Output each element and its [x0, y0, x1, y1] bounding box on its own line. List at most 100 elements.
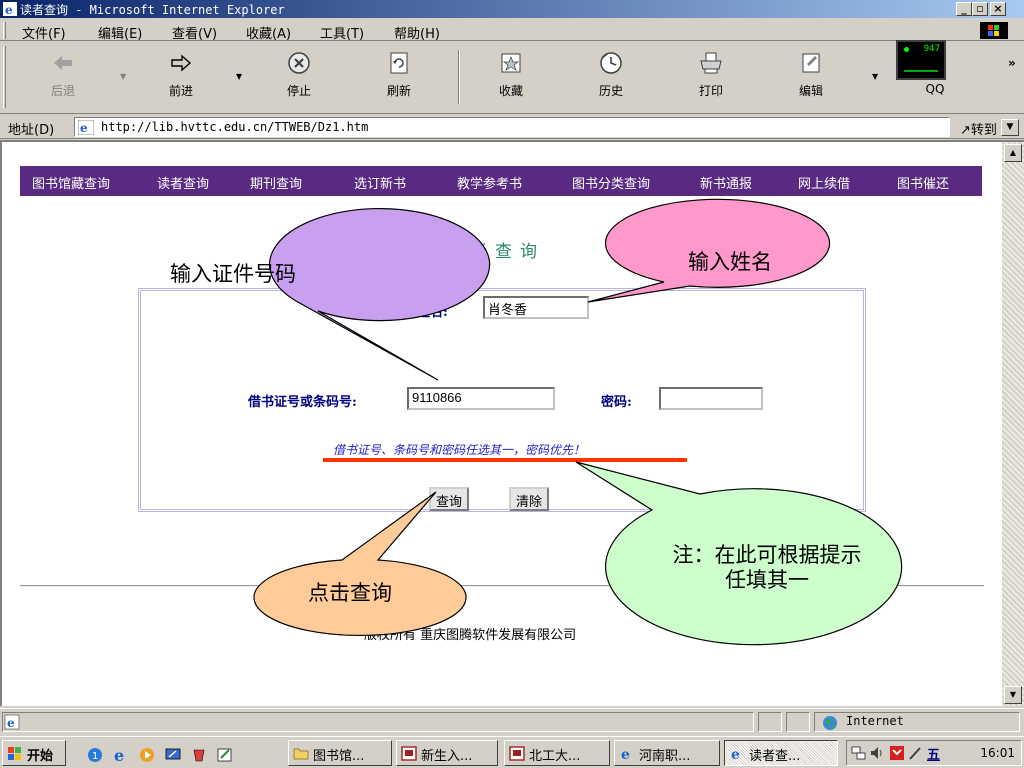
status-text-panel	[2, 712, 754, 732]
volume-icon[interactable]	[869, 745, 885, 761]
svg-text:e: e	[80, 121, 88, 135]
edit-icon	[802, 53, 820, 73]
task-bjut[interactable]: 北工大...	[504, 740, 610, 766]
nav-order-new-books[interactable]: 选订新书	[354, 173, 406, 192]
address-label: 地址(D)	[8, 123, 55, 138]
quicklaunch-1-icon[interactable]: 1	[86, 746, 104, 764]
print-label: 打印	[698, 84, 723, 98]
internet-globe-icon	[823, 716, 837, 730]
quicklaunch-edit-icon[interactable]	[216, 746, 234, 764]
nav-reader-query[interactable]: 读者查询	[157, 173, 209, 192]
scroll-down-button[interactable]: ▼	[1004, 686, 1022, 704]
menu-file[interactable]: 文件(F)	[22, 23, 66, 42]
qq-status-monitor[interactable]: 947	[896, 40, 946, 80]
menu-grip[interactable]	[3, 22, 6, 39]
pen-icon[interactable]	[907, 745, 923, 761]
address-url: http://lib.hvttc.edu.cn/TTWEB/Dz1.htm	[101, 120, 369, 134]
close-button[interactable]: ×	[990, 2, 1006, 16]
task-library[interactable]: 图书馆...	[288, 740, 392, 766]
clock[interactable]: 16:01	[980, 746, 1015, 760]
edit-button[interactable]: 编辑	[776, 50, 846, 106]
network-icon[interactable]	[851, 745, 867, 761]
quicklaunch-media-icon[interactable]	[138, 746, 156, 764]
qq-label: QQ	[925, 82, 945, 96]
nav-new-book-notice[interactable]: 新书通报	[700, 173, 752, 192]
go-button[interactable]: ↗转到	[960, 119, 997, 138]
document-window-icon	[509, 746, 525, 761]
toolbar-more-chevron[interactable]: »	[1008, 56, 1016, 70]
folder-icon	[293, 748, 309, 760]
zone-panel	[814, 712, 1020, 732]
windows-taskbar: 开始 1 e 图书馆... 新生入... 北工大... e 河南职... e 读…	[0, 736, 1024, 768]
maximize-button[interactable]: ▫	[972, 2, 988, 16]
ime-indicator[interactable]: 五	[927, 744, 940, 763]
print-button[interactable]: 打印	[676, 50, 746, 106]
menu-help[interactable]: 帮助(H)	[394, 23, 440, 42]
toolbar-grip[interactable]	[3, 46, 6, 108]
menu-favorites[interactable]: 收藏(A)	[246, 23, 291, 42]
task-henan[interactable]: e 河南职...	[614, 740, 720, 766]
refresh-button[interactable]: 刷新	[364, 50, 434, 106]
forward-button[interactable]: 前进	[146, 50, 216, 106]
quicklaunch-desktop-icon[interactable]	[164, 746, 182, 764]
stop-button[interactable]: 停止	[264, 50, 334, 106]
quicklaunch-app-icon[interactable]	[190, 746, 208, 764]
nav-overdue-reminder[interactable]: 图书催还	[897, 173, 949, 192]
nav-online-renew[interactable]: 网上续借	[798, 173, 850, 192]
history-button[interactable]: 历史	[576, 50, 646, 106]
document-window-icon	[401, 746, 417, 761]
task-freshman[interactable]: 新生入...	[396, 740, 498, 766]
svg-text:e: e	[114, 746, 124, 764]
ie-page-icon: e	[78, 120, 94, 135]
forward-dropdown-icon[interactable]: ▼	[236, 72, 242, 81]
address-input[interactable]: e http://lib.hvttc.edu.cn/TTWEB/Dz1.htm …	[74, 117, 1019, 137]
vertical-scrollbar[interactable]: ▲ ▼	[1002, 142, 1024, 706]
minimize-button[interactable]: _	[956, 2, 972, 16]
history-icon	[600, 52, 622, 74]
task-library-label: 图书馆...	[313, 749, 365, 764]
window-title: 读者查询 - Microsoft Internet Explorer	[20, 3, 285, 17]
menu-edit[interactable]: 编辑(E)	[98, 23, 142, 42]
task-henan-label: 河南职...	[639, 749, 691, 764]
name-input[interactable]: 肖冬香	[483, 296, 589, 319]
query-button[interactable]: 查询	[429, 487, 470, 511]
go-arrow-icon: ↗	[960, 123, 971, 138]
task-reader-query[interactable]: e 读者查...	[724, 740, 838, 766]
scroll-up-button[interactable]: ▲	[1004, 144, 1022, 162]
clear-button[interactable]: 清除	[509, 487, 550, 511]
printer-icon	[700, 52, 722, 74]
window-title-bar[interactable]: e 读者查询 - Microsoft Internet Explorer _ ▫…	[0, 0, 1024, 18]
callout-click-text: 点击查询	[308, 581, 392, 605]
ie-page-icon: e	[731, 747, 740, 761]
windows-throbber-icon	[980, 22, 1008, 39]
address-bar: 地址(D) e http://lib.hvttc.edu.cn/TTWEB/Dz…	[0, 115, 1024, 139]
edit-dropdown-icon[interactable]: ▼	[872, 72, 878, 81]
task-freshman-label: 新生入...	[421, 749, 473, 764]
edit-label: 编辑	[798, 84, 823, 98]
favorites-button[interactable]: 收藏	[476, 50, 546, 106]
menu-tools[interactable]: 工具(T)	[320, 23, 364, 42]
svg-text:1: 1	[92, 751, 98, 762]
form-hint: 借书证号、条码号和密码任选其一，密码优先！	[333, 443, 586, 457]
nav-classification-query[interactable]: 图书分类查询	[572, 173, 650, 192]
back-button[interactable]: 后退	[28, 50, 98, 106]
antivirus-icon[interactable]	[889, 745, 905, 761]
menu-bar: 文件(F) 编辑(E) 查看(V) 收藏(A) 工具(T) 帮助(H)	[0, 19, 1024, 42]
back-dropdown-icon[interactable]: ▼	[120, 72, 126, 81]
password-input[interactable]	[659, 387, 763, 410]
quicklaunch-ie-icon[interactable]: e	[112, 746, 130, 764]
nav-library-search[interactable]: 图书馆藏查询	[32, 173, 110, 192]
nav-teaching-reference[interactable]: 教学参考书	[457, 173, 522, 192]
forward-label: 前进	[168, 84, 193, 98]
address-dropdown-icon[interactable]: ▼	[1001, 119, 1019, 136]
name-label: 姓名:	[417, 305, 448, 320]
password-label: 密码:	[601, 395, 632, 410]
page-viewport[interactable]: 图书馆藏查询 读者查询 期刊查询 选订新书 教学参考书 图书分类查询 新书通报 …	[0, 140, 1024, 706]
nav-journal-query[interactable]: 期刊查询	[250, 173, 302, 192]
card-number-input[interactable]: 9110866	[407, 387, 555, 410]
start-button[interactable]: 开始	[2, 740, 66, 766]
menu-view[interactable]: 查看(V)	[172, 23, 217, 42]
status-panel-2	[758, 712, 782, 732]
svg-text:e: e	[731, 747, 740, 761]
card-number-label: 借书证号或条码号:	[248, 395, 357, 410]
